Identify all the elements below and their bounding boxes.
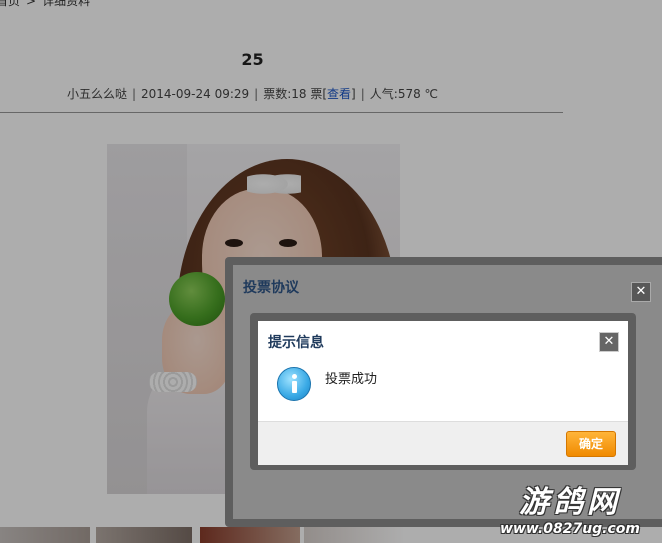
notice-dialog: 提示信息 ✕ 投票成功 确定 [250,313,636,470]
confirm-button[interactable]: 确定 [566,431,616,457]
notice-dialog-footer: 确定 [258,421,628,465]
info-icon-dot [292,374,297,379]
notice-message: 投票成功 [325,372,378,387]
info-icon [277,367,311,401]
watermark-name: 游鸽网 [519,485,621,520]
notice-dialog-title: 提示信息 [268,335,324,351]
watermark-url: www.0827ug.com [500,521,640,537]
vote-agreement-title: 投票协议 [243,280,299,296]
close-icon[interactable]: ✕ [599,332,619,352]
notice-dialog-body: 提示信息 ✕ 投票成功 确定 [258,321,628,465]
site-watermark: 游鸽网 www.0827ug.com [478,486,662,543]
info-icon-stem [292,381,297,393]
close-icon[interactable]: ✕ [631,282,651,302]
